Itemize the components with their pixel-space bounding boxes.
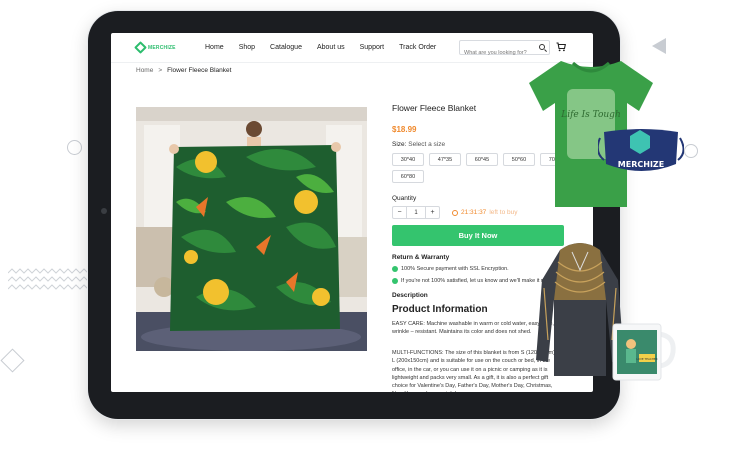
nav-about-us[interactable]: About us — [317, 44, 345, 51]
product-image[interactable] — [136, 107, 367, 351]
logo-text: MERCHIZE — [148, 44, 176, 51]
triangle-decoration — [652, 38, 666, 54]
quantity-value[interactable]: 1 — [406, 207, 426, 218]
size-label: Size: Select a size — [392, 141, 445, 148]
check-icon — [392, 278, 398, 284]
return-warranty-title: Return & Warranty — [392, 254, 450, 261]
nav-home[interactable]: Home — [205, 44, 224, 51]
breadcrumb: Home > Flower Fleece Blanket — [136, 67, 231, 74]
clock-icon — [452, 209, 458, 216]
quantity-label: Quantity — [392, 195, 417, 202]
size-hint: Select a size — [408, 141, 446, 148]
search-input[interactable] — [460, 46, 530, 60]
nav-shop[interactable]: Shop — [239, 44, 255, 51]
top-nav: MERCHIZE Home Shop Catalogue About us Su… — [111, 33, 593, 63]
nav-catalogue[interactable]: Catalogue — [270, 44, 302, 51]
size-option[interactable]: 30*40 — [392, 153, 424, 166]
zigzag-decoration — [8, 268, 88, 290]
main-menu: Home Shop Catalogue About us Support Tra… — [205, 44, 451, 51]
circle-decoration — [67, 140, 82, 155]
timer-suffix: left to buy — [489, 209, 518, 216]
mug-text: LOVE TEACHER — [636, 357, 657, 361]
quantity-stepper: − 1 + — [392, 206, 440, 219]
size-option[interactable]: 47*35 — [429, 153, 461, 166]
nav-support[interactable]: Support — [360, 44, 385, 51]
blanket-photo — [136, 107, 367, 351]
quantity-plus-button[interactable]: + — [426, 207, 439, 218]
nav-track-order[interactable]: Track Order — [399, 44, 436, 51]
return-item: 100% Secure payment with SSL Encryption. — [392, 266, 509, 272]
return-item: If you're not 100% satisfied, let us kno… — [392, 278, 552, 284]
check-icon — [392, 266, 398, 272]
logo-icon — [134, 41, 147, 54]
shirt-text: Life Is Tough — [560, 110, 620, 120]
breadcrumb-home[interactable]: Home — [136, 67, 153, 74]
search-box — [459, 40, 550, 60]
return-text: 100% Secure payment with SSL Encryption. — [401, 266, 509, 272]
mug-image: LOVE TEACHER — [612, 323, 676, 381]
breadcrumb-current: Flower Fleece Blanket — [167, 67, 232, 74]
breadcrumb-separator: > — [158, 67, 163, 74]
product-information-title: Product Information — [392, 304, 488, 315]
description-label: Description — [392, 292, 428, 299]
quantity-minus-button[interactable]: − — [393, 207, 406, 218]
cart-icon[interactable] — [556, 42, 566, 52]
search-icon[interactable] — [539, 44, 545, 50]
countdown-timer: 21:31:37 left to buy — [452, 209, 518, 216]
diamond-decoration — [0, 348, 25, 373]
store-page: MERCHIZE Home Shop Catalogue About us Su… — [111, 33, 593, 392]
size-option[interactable]: 60*80 — [392, 170, 424, 183]
logo[interactable]: MERCHIZE — [134, 41, 176, 54]
face-mask-image: MERCHIZE — [598, 129, 684, 171]
size-label-text: Size: — [392, 141, 407, 148]
camera-icon — [101, 208, 107, 214]
mask-brand-text: MERCHIZE — [618, 160, 664, 169]
circle-decoration — [684, 144, 698, 158]
return-text: If you're not 100% satisfied, let us kno… — [401, 278, 552, 284]
product-price: $18.99 — [392, 125, 417, 134]
size-option[interactable]: 60*45 — [466, 153, 498, 166]
timer-value: 21:31:37 — [461, 209, 487, 216]
